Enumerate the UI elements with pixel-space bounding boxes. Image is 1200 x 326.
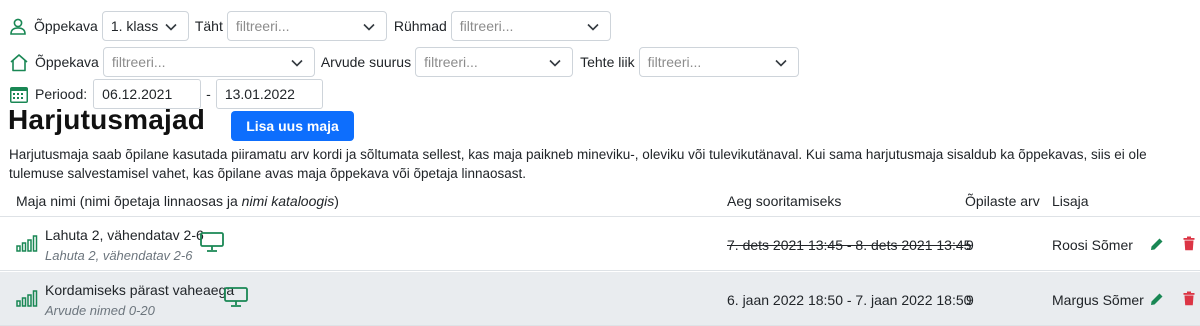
edit-icon[interactable] bbox=[1150, 292, 1164, 309]
curriculum-select[interactable]: 1. klass bbox=[101, 11, 189, 41]
table-header: Maja nimi (nimi õpetaja linnaosas ja nim… bbox=[0, 186, 1200, 217]
curriculum-filter-select[interactable]: filtreeri... bbox=[102, 47, 315, 77]
house-students: 9 bbox=[966, 292, 974, 308]
header-students[interactable]: Õpilaste arv bbox=[965, 193, 1040, 209]
period-label: Periood: bbox=[35, 86, 88, 102]
delete-icon[interactable] bbox=[1183, 236, 1195, 254]
stats-icon bbox=[16, 235, 38, 255]
header-name-suffix: ) bbox=[334, 193, 339, 209]
page-description: Harjutusmaja saab õpilane kasutada piira… bbox=[9, 147, 1147, 181]
number-size-select[interactable]: filtreeri... bbox=[415, 47, 574, 77]
groups-select[interactable]: filtreeri... bbox=[450, 11, 611, 41]
chevron-down-icon bbox=[363, 23, 375, 31]
calendar-icon bbox=[9, 85, 29, 104]
header-name[interactable]: Maja nimi (nimi õpetaja linnaosas ja nim… bbox=[16, 193, 339, 209]
chevron-down-icon bbox=[775, 59, 787, 67]
house-time: 7. dets 2021 13:45 - 8. dets 2021 13:45 bbox=[727, 237, 972, 253]
edit-icon[interactable] bbox=[1150, 237, 1164, 254]
curriculum-select-value: 1. klass bbox=[110, 18, 159, 34]
table-row: Lahuta 2, vähendatav 2-6 Lahuta 2, vähen… bbox=[0, 217, 1200, 271]
add-house-button[interactable]: Lisa uus maja bbox=[231, 111, 354, 141]
table-row: Kordamiseks pärast vaheaega Arvude nimed… bbox=[0, 272, 1200, 326]
operation-type-label: Tehte liik bbox=[580, 54, 635, 70]
header-time[interactable]: Aeg sooritamiseks bbox=[727, 193, 841, 209]
page-title: Harjutusmajad bbox=[8, 104, 206, 135]
number-size-placeholder: filtreeri... bbox=[424, 54, 478, 70]
operation-type-select[interactable]: filtreeri... bbox=[638, 47, 799, 77]
house-added-by: Roosi Sõmer bbox=[1052, 237, 1133, 253]
monitor-icon[interactable] bbox=[199, 231, 225, 256]
stats-icon bbox=[16, 290, 38, 310]
period-separator: - bbox=[206, 86, 211, 102]
header-added-by[interactable]: Lisaja bbox=[1052, 193, 1089, 209]
header-name-prefix: Maja nimi (nimi õpetaja linnaosas ja bbox=[16, 193, 242, 209]
delete-icon[interactable] bbox=[1183, 291, 1195, 309]
filter-row-1: Õppekava 1. klass Täht filtreeri... Rühm… bbox=[9, 10, 611, 42]
house-name[interactable]: Lahuta 2, vähendatav 2-6 bbox=[45, 227, 204, 243]
chevron-down-icon bbox=[587, 23, 599, 31]
letter-select[interactable]: filtreeri... bbox=[226, 11, 387, 41]
letter-select-placeholder: filtreeri... bbox=[235, 18, 290, 34]
house-catalog-name: Lahuta 2, vähendatav 2-6 bbox=[45, 248, 193, 263]
period-end-input[interactable]: 13.01.2022 bbox=[215, 79, 323, 109]
letter-label: Täht bbox=[194, 18, 223, 34]
curriculum-label: Õppekava bbox=[34, 18, 98, 34]
filter-row-2: Õppekava filtreeri... Arvude suurus filt… bbox=[9, 46, 799, 78]
operation-type-placeholder: filtreeri... bbox=[647, 54, 702, 70]
chevron-down-icon bbox=[165, 23, 177, 31]
curriculum-label-2: Õppekava bbox=[35, 54, 99, 70]
house-time: 6. jaan 2022 18:50 - 7. jaan 2022 18:50 bbox=[727, 292, 972, 308]
house-name[interactable]: Kordamiseks pärast vaheaega bbox=[45, 282, 234, 298]
chevron-down-icon bbox=[291, 59, 303, 67]
home-icon bbox=[9, 53, 29, 72]
house-students: 9 bbox=[966, 237, 974, 253]
house-added-by: Margus Sõmer bbox=[1052, 292, 1144, 308]
monitor-icon[interactable] bbox=[223, 286, 249, 311]
house-catalog-name: Arvude nimed 0-20 bbox=[45, 303, 155, 318]
number-size-label: Arvude suurus bbox=[320, 54, 412, 70]
groups-select-placeholder: filtreeri... bbox=[459, 18, 514, 34]
chevron-down-icon bbox=[549, 59, 561, 67]
header-name-italic: nimi kataloogis bbox=[241, 193, 335, 209]
user-icon bbox=[9, 17, 27, 35]
curriculum-filter-placeholder: filtreeri... bbox=[111, 54, 166, 70]
groups-label: Rühmad bbox=[393, 18, 447, 34]
